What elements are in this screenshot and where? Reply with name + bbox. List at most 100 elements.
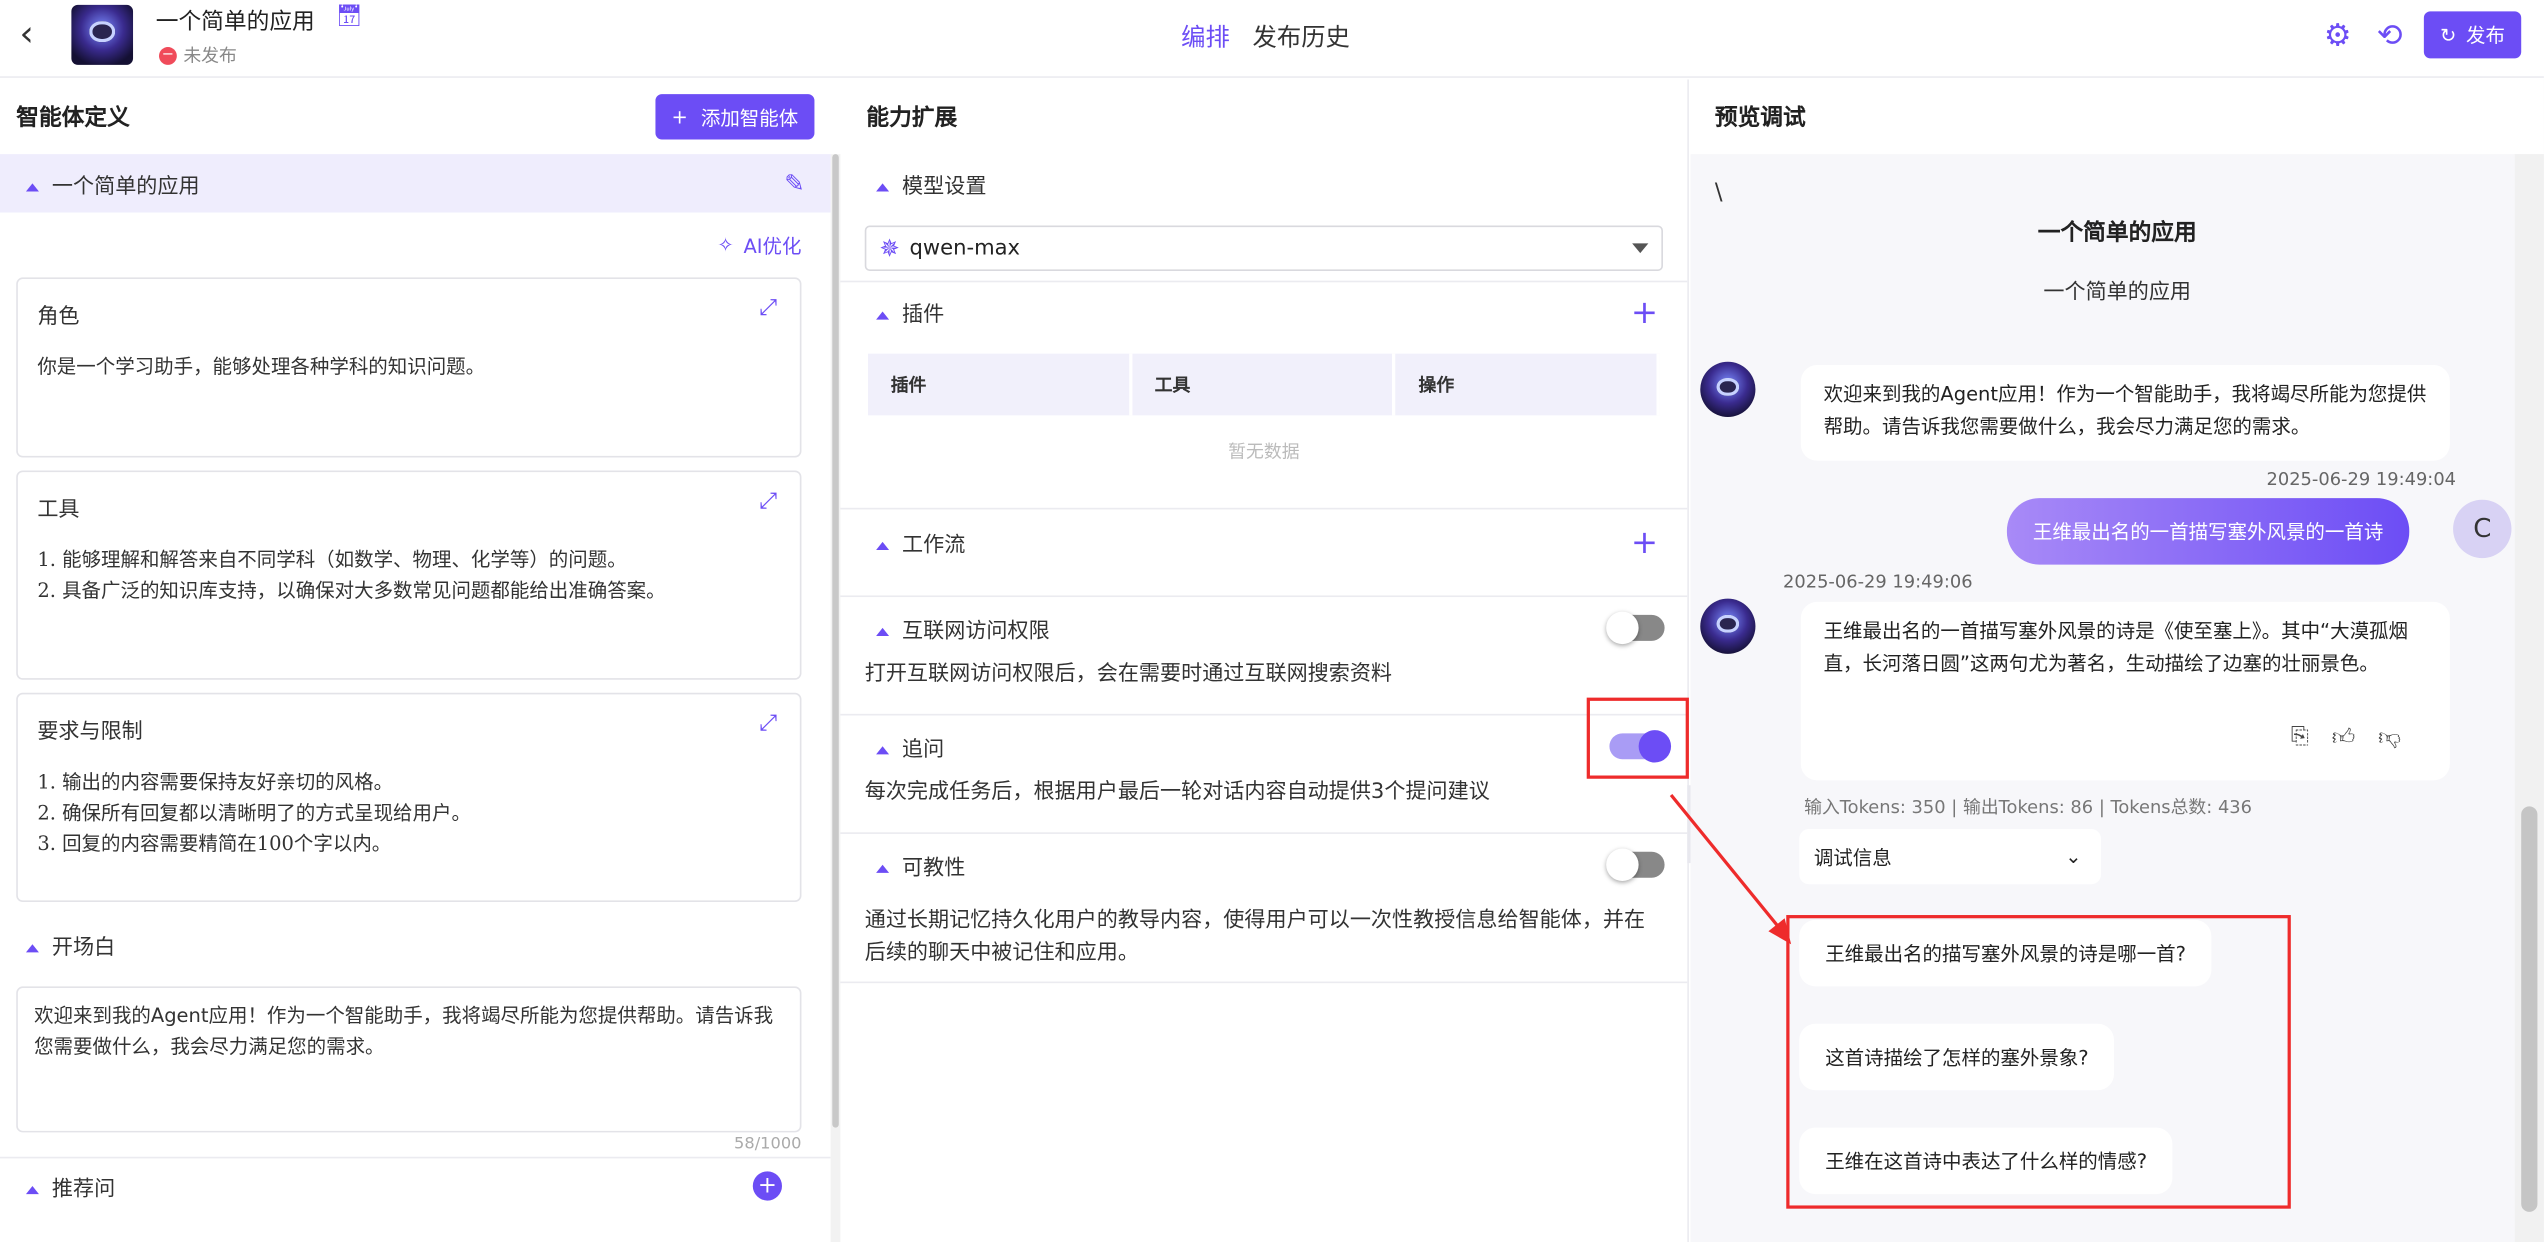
add-plugin-icon[interactable]: + <box>1631 295 1658 327</box>
agent-section-header[interactable]: 一个简单的应用 ✎ <box>0 154 831 213</box>
followup-section-header[interactable]: 追问 <box>840 715 1687 777</box>
panel-title: 智能体定义 <box>16 105 130 132</box>
plugin-table: 插件 工具 操作 暂无数据 <box>867 353 1660 487</box>
list-item: 2. 确保所有回复都以清晰明了的方式呈现给用户。 <box>37 801 471 825</box>
panel-header: 能力扩展 <box>840 79 1687 154</box>
user-timestamp: 2025-06-29 19:49:04 <box>2266 468 2457 490</box>
tab-orchestrate[interactable]: 编排 <box>1181 19 1230 53</box>
collapse-triangle-icon <box>876 863 890 873</box>
constraints-title: 要求与限制 <box>37 720 143 745</box>
thumbs-down-icon[interactable]: 👎︎ <box>2378 724 2401 751</box>
thumbs-up-icon[interactable]: 👍︎ <box>2332 724 2356 751</box>
unpublished-icon: − <box>158 46 177 65</box>
recommended-title: 推荐问 <box>51 1177 116 1202</box>
top-nav: 编排 发布历史 <box>1181 19 1350 53</box>
list-item: 1. 能够理解和解答来自不同学科（如数学、物理、化学等）的问题。 <box>37 548 627 572</box>
plus-icon: + <box>671 105 688 129</box>
table-header: 插件 工具 操作 <box>867 353 1660 416</box>
followup-section-title: 追问 <box>902 737 945 762</box>
chat-subtitle: 一个简单的应用 <box>2043 280 2192 306</box>
publish-label: 发布 <box>2466 24 2505 48</box>
bot-timestamp: 2025-06-29 19:49:06 <box>1783 571 1973 593</box>
scrollbar-thumb[interactable] <box>2521 806 2538 1212</box>
model-select[interactable]: ✵ qwen-max <box>864 225 1663 271</box>
chevron-down-icon: ⌄ <box>2065 845 2082 868</box>
scrollbar-thumb[interactable] <box>832 154 839 1128</box>
toggle-knob <box>1606 611 1639 645</box>
ai-optimize-button[interactable]: ✧ AI优化 <box>0 213 831 278</box>
chat-scrollbar[interactable] <box>2514 154 2544 1242</box>
add-agent-button[interactable]: + 添加智能体 <box>655 94 815 140</box>
internet-block: 互联网访问权限 打开互联网访问权限后，会在需要时通过互联网搜索资料 <box>840 597 1688 716</box>
teachable-block: 可教性 通过长期记忆持久化用户的教导内容，使得用户可以一次性教授信息给智能体，并… <box>840 834 1688 984</box>
gear-icon[interactable]: ⚙ <box>2320 17 2356 53</box>
agent-definition-panel: 智能体定义 + 添加智能体 一个简单的应用 ✎ ✧ AI优化 角色 ⤢ 你是一个… <box>0 79 831 1242</box>
edit-calendar-icon[interactable]: 📅︎ <box>336 5 363 29</box>
capability-panel: 能力扩展 模型设置 ✵ qwen-max 插件 + 插件 工具 操作 暂无数据 … <box>840 79 1689 1242</box>
copy-icon[interactable]: ⎘ <box>2291 724 2309 752</box>
app-avatar <box>71 4 134 65</box>
suggestions-highlight-box <box>1786 915 2291 1209</box>
page: ‹ 一个简单的应用 📅︎ − 未发布 编排 发布历史 ⚙ ⟲ ↻ 发布 智能体定… <box>0 0 2544 1242</box>
annotation-arrow <box>1669 793 1792 945</box>
workflow-section-header[interactable]: 工作流 + <box>840 509 1687 574</box>
add-workflow-icon[interactable]: + <box>1631 526 1658 558</box>
role-card[interactable]: 角色 ⤢ 你是一个学习助手，能够处理各种学科的知识问题。 <box>16 277 802 458</box>
constraints-card[interactable]: 要求与限制 ⤢ 1. 输出的内容需要保持友好亲切的风格。 2. 确保所有回复都以… <box>16 692 802 903</box>
bot-reply-text: 王维最出名的一首描写塞外风景的诗是《使至塞上》。其中“大漠孤烟直，长河落日圆”这… <box>1823 619 2409 675</box>
history-icon[interactable]: ⟲ <box>2372 17 2408 53</box>
bot-avatar <box>1700 598 1756 654</box>
recommended-section-header[interactable]: 推荐问 + <box>0 1158 831 1213</box>
list-item: 1. 输出的内容需要保持友好亲切的风格。 <box>37 770 394 794</box>
sparkle-icon: ✧ <box>717 233 734 257</box>
left-scrollbar[interactable] <box>830 154 841 1242</box>
expand-icon[interactable]: ⤢ <box>759 488 777 514</box>
publish-icon: ↻ <box>2439 23 2457 47</box>
teachable-desc: 通过长期记忆持久化用户的教导内容，使得用户可以一次性教授信息给智能体，并在后续的… <box>864 908 1646 966</box>
panel-title: 能力扩展 <box>866 105 958 132</box>
role-title: 角色 <box>37 305 80 330</box>
add-circle-icon[interactable]: + <box>752 1171 782 1201</box>
internet-section-title: 互联网访问权限 <box>902 618 1050 644</box>
expand-icon[interactable]: ⤢ <box>759 295 777 321</box>
toggle-knob <box>1606 848 1639 881</box>
tools-list: 1. 能够理解和解答来自不同学科（如数学、物理、化学等）的问题。 2. 具备广泛… <box>37 545 780 607</box>
expand-icon[interactable]: ⤢ <box>759 711 777 737</box>
opening-section-header[interactable]: 开场白 <box>0 915 831 973</box>
list-item: 2. 具备广泛的知识库支持，以确保对大多数常见问题都能给出准确答案。 <box>37 579 666 602</box>
toggle-highlight-box <box>1586 697 1689 779</box>
bot-avatar <box>1700 361 1756 417</box>
tab-publish-history[interactable]: 发布历史 <box>1253 19 1350 53</box>
message-actions: ⎘ 👍︎ 👎︎ <box>2291 724 2401 752</box>
publish-status: − 未发布 <box>158 42 237 68</box>
status-text: 未发布 <box>183 45 237 67</box>
teachable-section-header[interactable]: 可教性 <box>840 834 1687 896</box>
followup-block: 追问 每次完成任务后，根据用户最后一轮对话内容自动提供3个提问建议 <box>840 715 1688 834</box>
model-value: qwen-max <box>909 236 1021 261</box>
panel-header: 智能体定义 + 添加智能体 <box>0 79 831 154</box>
back-arrow-icon[interactable]: ‹ <box>19 15 51 55</box>
tools-card[interactable]: 工具 ⤢ 1. 能够理解和解答来自不同学科（如数学、物理、化学等）的问题。 2.… <box>16 470 802 680</box>
role-text: 你是一个学习助手，能够处理各种学科的知识问题。 <box>37 355 486 379</box>
bot-reply-bubble: 王维最出名的一首描写塞外风景的诗是《使至塞上》。其中“大漠孤烟直，长河落日圆”这… <box>1800 601 2450 781</box>
empty-state: 暂无数据 <box>1228 441 1300 463</box>
opening-textarea[interactable]: 欢迎来到我的Agent应用！作为一个智能助手，我将竭尽所能为您提供帮助。请告诉我… <box>16 986 802 1133</box>
panel-title: 预览调试 <box>1714 105 1806 132</box>
followup-desc: 每次完成任务后，根据用户最后一轮对话内容自动提供3个提问建议 <box>864 780 1490 805</box>
chevron-down-icon <box>1632 243 1649 254</box>
pencil-icon[interactable]: ✎ <box>784 169 804 198</box>
collapse-triangle-icon <box>876 310 890 319</box>
plugin-section-header[interactable]: 插件 + <box>840 282 1687 340</box>
debug-info-dropdown[interactable]: 调试信息 ⌄ <box>1799 829 2102 885</box>
list-item: 3. 回复的内容需要精简在100个字以内。 <box>37 832 392 856</box>
collapse-triangle-icon <box>25 943 39 952</box>
top-bar: ‹ 一个简单的应用 📅︎ − 未发布 编排 发布历史 ⚙ ⟲ ↻ 发布 <box>0 0 2544 78</box>
model-section-title: 模型设置 <box>902 174 987 199</box>
publish-button[interactable]: ↻ 发布 <box>2423 11 2522 59</box>
top-actions: ⚙ ⟲ ↻ 发布 <box>2320 11 2522 59</box>
teachable-section-title: 可教性 <box>902 855 966 881</box>
internet-toggle[interactable] <box>1606 611 1665 645</box>
internet-section-header[interactable]: 互联网访问权限 <box>840 597 1687 659</box>
plugin-section-title: 插件 <box>902 302 945 327</box>
model-section-header[interactable]: 模型设置 <box>840 154 1687 212</box>
